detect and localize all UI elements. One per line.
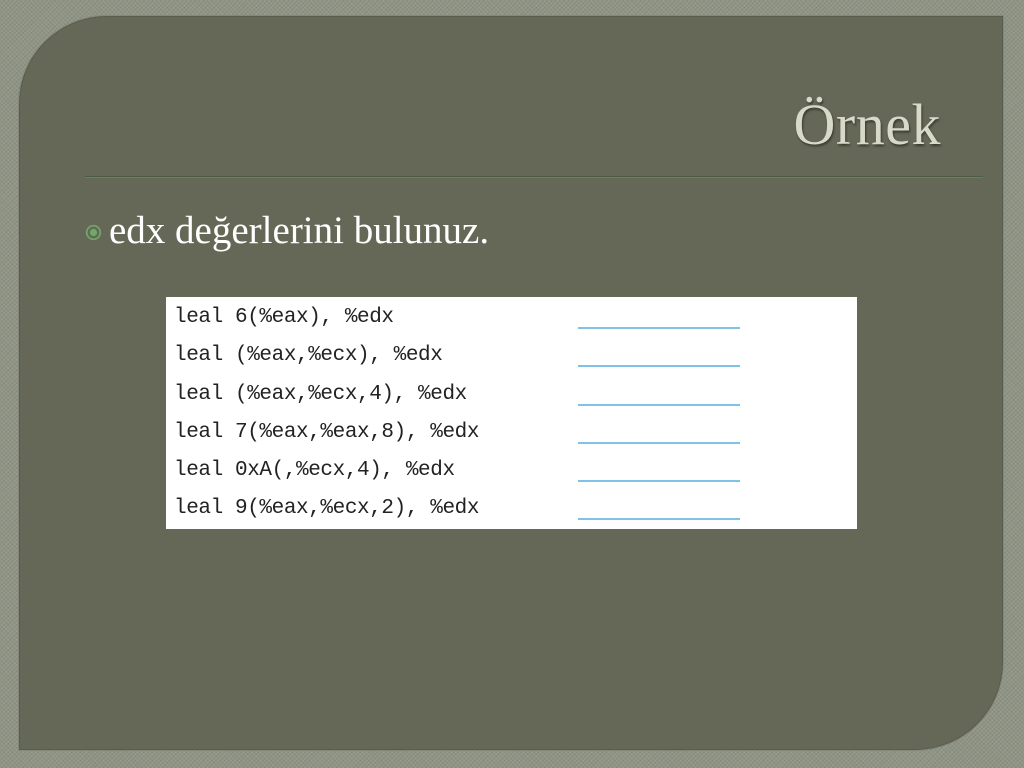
- title-divider: [85, 176, 983, 177]
- answer-blank: [578, 365, 740, 368]
- answer-blank: [578, 518, 740, 521]
- code-line: leal 0xA(,%ecx,4), %edx: [166, 457, 857, 495]
- circled-dot-bullet-icon: [85, 224, 102, 240]
- assembly-instruction: leal 9(%eax,%ecx,2), %edx: [174, 497, 480, 521]
- answer-blank: [578, 480, 740, 483]
- assembly-instruction: leal 0xA(,%ecx,4), %edx: [174, 459, 455, 483]
- answer-blank: [578, 327, 740, 329]
- bullet-item: edx değerlerini bulunuz.: [85, 211, 489, 250]
- assembly-instruction: leal (%eax,%ecx), %edx: [174, 344, 443, 368]
- code-line: leal (%eax,%ecx), %edx: [166, 342, 857, 380]
- code-line: leal 7(%eax,%eax,8), %edx: [166, 419, 857, 457]
- assembly-instruction: leal 6(%eax), %edx: [174, 306, 394, 329]
- bullet-text: edx değerlerini bulunuz.: [109, 209, 490, 252]
- answer-blank: [578, 403, 740, 406]
- assembly-instruction: leal 7(%eax,%eax,8), %edx: [174, 420, 480, 444]
- slide-title: Örnek: [793, 92, 941, 157]
- assembly-code-image: leal 6(%eax), %edx leal (%eax,%ecx), %ed…: [166, 297, 857, 529]
- code-line: leal 9(%eax,%ecx,2), %edx: [166, 495, 857, 533]
- assembly-instruction: leal (%eax,%ecx,4), %edx: [174, 382, 467, 406]
- answer-blank: [578, 441, 740, 444]
- code-line: leal (%eax,%ecx,4), %edx: [166, 381, 857, 419]
- code-line: leal 6(%eax), %edx: [166, 304, 857, 342]
